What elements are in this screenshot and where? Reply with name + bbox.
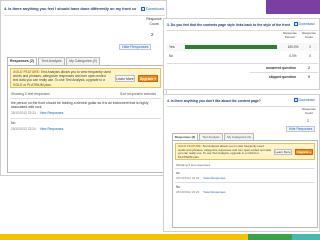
download-link[interactable]: Download — [141, 6, 164, 11]
answer-label: Yes — [169, 44, 175, 49]
learn-more-button[interactable]: Learn More — [115, 75, 135, 82]
gold-feature-text: GOLD FEATURE: Text Analysis allows you t… — [13, 70, 111, 87]
response-date: 25/10/2012 22:33 — [176, 176, 200, 180]
response-text: No — [11, 121, 16, 125]
response-text: No — [176, 185, 181, 189]
download-label: Download — [298, 22, 315, 26]
decorative-teal-corner — [292, 234, 320, 240]
response-text: the person on the front should be holdin… — [11, 101, 149, 110]
showing-count: Showing 2 text responses — [11, 92, 50, 96]
response-date: 25/10/2012 22:24 — [11, 127, 36, 132]
hide-responses-link[interactable]: Hide Responses — [286, 126, 316, 132]
divider — [167, 106, 318, 107]
download-icon — [294, 22, 298, 26]
sort-selector[interactable]: Sort responses selected — [120, 92, 156, 96]
gold-feature-notice: GOLD FEATURE: Text Analysis allows you t… — [10, 68, 161, 88]
divider — [167, 30, 318, 31]
question-title: 3. Do you feel that the contents page st… — [167, 23, 291, 27]
answer-count: 0 — [309, 53, 311, 58]
answered-question-value: 2 — [308, 66, 310, 70]
download-label: Download — [146, 6, 164, 11]
response-item: no 25/10/2012 22:33 View Responses — [176, 171, 314, 180]
showing-count: Showing 2 text responses — [176, 163, 211, 167]
divider — [167, 63, 318, 64]
download-link[interactable]: Download — [294, 22, 314, 26]
divider — [250, 72, 318, 73]
answered-question-label: answered question — [266, 66, 296, 70]
response-count-header: Response Count — [146, 17, 162, 26]
left-survey-panel: 4. Is there anything you feel I should h… — [0, 0, 167, 176]
divider — [10, 118, 161, 119]
divider — [175, 182, 315, 183]
view-responses-link[interactable]: View Responses — [203, 190, 225, 194]
response-item: No 25/10/2012 22:24 View Responses — [176, 185, 314, 194]
response-count-header: Response Count — [302, 108, 316, 115]
upgrade-button[interactable]: Upgrade » — [295, 149, 313, 155]
divider — [4, 15, 165, 16]
view-responses-link[interactable]: View Responses — [203, 176, 225, 180]
response-date: 25/10/2012 22:33 — [11, 111, 36, 116]
decorative-yellow-bar — [0, 234, 248, 240]
skipped-question-value: 0 — [308, 75, 310, 79]
view-responses-link[interactable]: View Responses — [40, 111, 64, 115]
response-item: the person on the front should be holdin… — [11, 101, 161, 115]
tab-my-categories[interactable]: My Categories (0) — [66, 57, 100, 65]
learn-more-button[interactable]: Learn More — [274, 149, 292, 155]
answer-row: Yes 100.0% 2 — [167, 43, 318, 51]
hide-responses-link[interactable]: Hide Responses — [119, 44, 152, 50]
tab-my-categories[interactable]: My Categories (0) — [224, 133, 254, 140]
tab-responses[interactable]: Responses (2) — [172, 133, 198, 140]
response-percent-header: Response Percent — [283, 32, 297, 39]
percent-bar-fill — [185, 45, 277, 49]
download-label: Download — [298, 98, 315, 102]
tab-responses[interactable]: Responses (2) — [7, 57, 37, 65]
gold-feature-text: GOLD FEATURE: Text Analysis allows you t… — [178, 144, 272, 159]
response-date: 25/10/2012 22:24 — [176, 190, 200, 194]
response-count-value: 2 — [151, 32, 154, 37]
response-count-value: 2 — [307, 119, 309, 123]
answer-percent: 100.0% — [287, 44, 299, 49]
question-title: 4. Is there anything you don't like abou… — [167, 99, 261, 103]
right-top-survey-panel: 3. Do you feel that the contents page st… — [163, 18, 320, 90]
answer-row: No 0.0% 0 — [167, 52, 318, 60]
decorative-white-notch — [258, 0, 266, 14]
view-responses-link[interactable]: View Responses — [40, 127, 64, 131]
divider — [10, 98, 161, 99]
download-icon — [141, 6, 145, 11]
right-bottom-survey-panel: 4. Is there anything you don't like abou… — [163, 94, 320, 232]
upgrade-button[interactable]: Upgrade » — [138, 75, 158, 82]
responses-box: GOLD FEATURE: Text Analysis allows you t… — [172, 140, 318, 228]
question-title: 4. Is there anything you feel I should h… — [4, 7, 136, 11]
response-text: no — [176, 171, 180, 175]
tab-text-analysis[interactable]: Text Analysis — [38, 57, 65, 65]
download-icon — [294, 98, 298, 102]
response-count-header: Response Count — [302, 32, 316, 39]
tab-text-analysis[interactable]: Text Analysis — [199, 133, 223, 140]
decorative-purple-block — [258, 0, 320, 14]
response-item: No 25/10/2012 22:24 View Responses — [11, 121, 161, 131]
responses-box: GOLD FEATURE: Text Analysis allows you t… — [7, 65, 164, 173]
answer-count: 2 — [309, 44, 311, 49]
divider — [175, 168, 315, 169]
answer-label: No — [169, 53, 174, 58]
answer-percent: 0.0% — [289, 53, 297, 58]
gold-feature-notice: GOLD FEATURE: Text Analysis allows you t… — [175, 143, 315, 160]
skipped-question-label: skipped question — [268, 75, 296, 79]
download-link[interactable]: Download — [294, 98, 314, 102]
